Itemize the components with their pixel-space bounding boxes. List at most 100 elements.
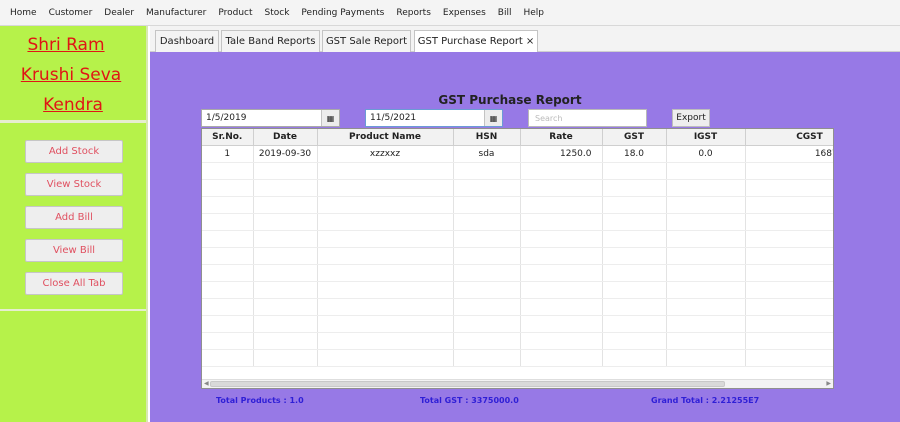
menu-expenses[interactable]: Expenses xyxy=(437,8,492,18)
empty-cell xyxy=(202,264,254,282)
total-gst: Total GST : 3375000.0 xyxy=(420,396,519,405)
empty-cell xyxy=(317,179,454,197)
tab-tale-band-reports[interactable]: Tale Band Reports xyxy=(221,30,320,52)
horizontal-scrollbar[interactable]: ◀ ▶ xyxy=(202,379,833,388)
table-cell: xzzxxz xyxy=(317,145,454,163)
empty-cell xyxy=(745,196,833,214)
scroll-right-icon[interactable]: ▶ xyxy=(826,380,831,387)
menu-stock[interactable]: Stock xyxy=(259,8,296,18)
empty-cell xyxy=(520,315,603,333)
empty-cell xyxy=(253,281,318,299)
empty-cell xyxy=(666,162,746,180)
brand-name: Shri Ram Krushi Seva Kendra xyxy=(0,26,146,123)
empty-cell xyxy=(202,213,254,231)
menu-pending-payments[interactable]: Pending Payments xyxy=(295,8,390,18)
tab-gst-purchase-report[interactable]: GST Purchase Report × xyxy=(414,30,538,52)
empty-row xyxy=(202,264,833,282)
empty-cell xyxy=(453,213,521,231)
empty-cell xyxy=(602,230,667,248)
from-date-picker[interactable]: 1/5/2019 ▦ xyxy=(201,109,340,127)
sidebar: Shri Ram Krushi Seva Kendra Add Stock Vi… xyxy=(0,26,148,422)
column-header[interactable]: IGST xyxy=(666,129,746,146)
column-header[interactable]: Date xyxy=(253,129,318,146)
search-input[interactable]: Search xyxy=(528,109,647,127)
close-all-tab-button[interactable]: Close All Tab xyxy=(25,272,123,295)
empty-cell xyxy=(520,196,603,214)
scroll-left-icon[interactable]: ◀ xyxy=(204,380,209,387)
empty-cell xyxy=(745,162,833,180)
menu-home[interactable]: Home xyxy=(4,8,43,18)
table-row[interactable]: 1 2019-09-30 xzzxxz sda 1250.0 18.0 0.0 … xyxy=(202,145,833,163)
to-date-value[interactable]: 11/5/2021 xyxy=(370,113,484,123)
tab-bar: Dashboard Tale Band Reports GST Sale Rep… xyxy=(150,26,900,52)
scrollbar-thumb[interactable] xyxy=(210,381,725,387)
sidebar-buttons: Add Stock View Stock Add Bill View Bill … xyxy=(0,136,146,306)
empty-cell xyxy=(202,332,254,350)
column-header[interactable]: Product Name xyxy=(317,129,454,146)
close-tab-icon[interactable]: × xyxy=(526,36,534,47)
view-bill-button[interactable]: View Bill xyxy=(25,239,123,262)
menu-manufacturer[interactable]: Manufacturer xyxy=(140,8,212,18)
empty-cell xyxy=(602,298,667,316)
empty-cell xyxy=(253,349,318,367)
menu-help[interactable]: Help xyxy=(517,8,550,18)
empty-cell xyxy=(453,179,521,197)
empty-cell xyxy=(453,162,521,180)
empty-cell xyxy=(453,298,521,316)
column-header[interactable]: HSN xyxy=(453,129,521,146)
empty-cell xyxy=(317,213,454,231)
empty-cell xyxy=(453,315,521,333)
menu-dealer[interactable]: Dealer xyxy=(98,8,140,18)
brand-line-2: Krushi Seva xyxy=(20,65,122,85)
page-title: GST Purchase Report xyxy=(438,93,582,107)
export-button[interactable]: Export xyxy=(672,109,710,127)
main-content: Dashboard Tale Band Reports GST Sale Rep… xyxy=(150,26,900,422)
empty-cell xyxy=(202,162,254,180)
add-bill-button[interactable]: Add Bill xyxy=(25,206,123,229)
column-header[interactable]: Rate xyxy=(520,129,603,146)
tab-dashboard[interactable]: Dashboard xyxy=(155,30,219,52)
column-header[interactable]: GST xyxy=(602,129,667,146)
empty-cell xyxy=(317,315,454,333)
menu-customer[interactable]: Customer xyxy=(43,8,99,18)
empty-cell xyxy=(202,196,254,214)
menu-product[interactable]: Product xyxy=(212,8,258,18)
empty-cell xyxy=(202,349,254,367)
empty-cell xyxy=(745,298,833,316)
view-stock-button[interactable]: View Stock xyxy=(25,173,123,196)
calendar-icon[interactable]: ▦ xyxy=(321,110,339,126)
menu-bill[interactable]: Bill xyxy=(492,8,518,18)
empty-cell xyxy=(602,349,667,367)
empty-cell xyxy=(317,247,454,265)
empty-cell xyxy=(745,264,833,282)
empty-cell xyxy=(745,247,833,265)
calendar-icon[interactable]: ▦ xyxy=(484,110,502,126)
tab-label: GST Purchase Report xyxy=(417,36,523,47)
empty-cell xyxy=(453,196,521,214)
brand-line-1: Shri Ram xyxy=(27,35,105,55)
empty-cell xyxy=(602,332,667,350)
add-stock-button[interactable]: Add Stock xyxy=(25,140,123,163)
to-date-picker[interactable]: 11/5/2021 ▦ xyxy=(365,109,503,127)
tab-label: Tale Band Reports xyxy=(225,36,316,47)
table-cell: sda xyxy=(453,145,521,163)
tab-gst-sale-report[interactable]: GST Sale Report xyxy=(322,30,411,52)
menu-reports[interactable]: Reports xyxy=(390,8,437,18)
empty-cell xyxy=(253,230,318,248)
empty-cell xyxy=(202,230,254,248)
empty-row xyxy=(202,213,833,231)
empty-cell xyxy=(253,247,318,265)
from-date-value[interactable]: 1/5/2019 xyxy=(206,113,321,123)
empty-cell xyxy=(666,179,746,197)
column-header[interactable]: CGST xyxy=(745,129,833,146)
empty-cell xyxy=(602,247,667,265)
table-header: Sr.No. Date Product Name HSN Rate GST IG… xyxy=(202,129,833,146)
empty-cell xyxy=(520,349,603,367)
empty-cell xyxy=(202,298,254,316)
empty-cell xyxy=(602,264,667,282)
empty-cell xyxy=(253,162,318,180)
column-header[interactable]: Sr.No. xyxy=(202,129,254,146)
empty-cell xyxy=(520,213,603,231)
empty-cell xyxy=(666,332,746,350)
brand-line-3: Kendra xyxy=(43,95,103,115)
